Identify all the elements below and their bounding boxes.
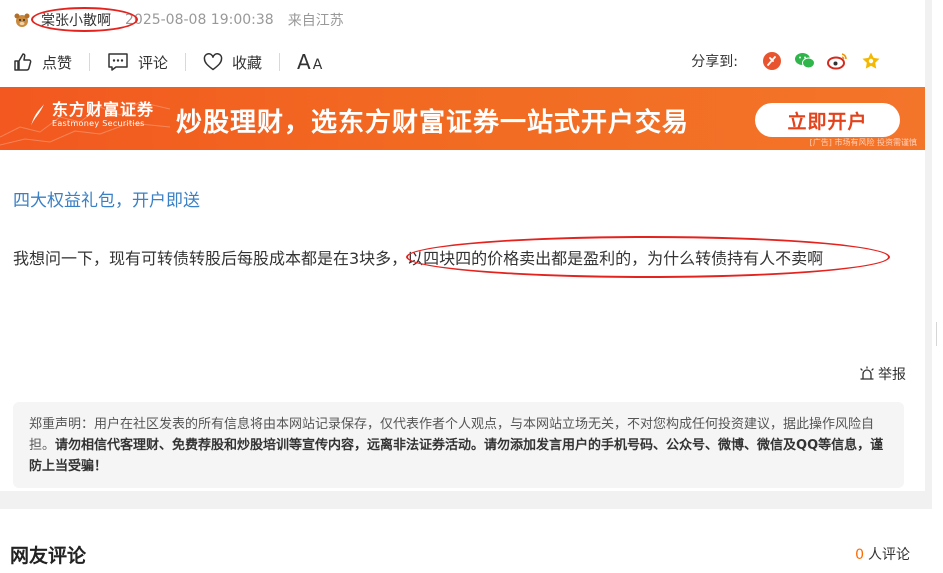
brand-name: 东方财富证券 (52, 100, 155, 119)
comment-button[interactable]: 评论 (107, 52, 168, 73)
disclaimer-box: 郑重声明：用户在社区发表的所有信息将由本网站记录保存，仅代表作者个人观点，与本网… (13, 402, 904, 488)
brand-logo: 东方财富证券 Eastmoney Securities (28, 101, 154, 129)
divider (89, 53, 91, 71)
favorite-button[interactable]: 收藏 (203, 52, 262, 73)
favorite-star-icon[interactable] (860, 50, 882, 72)
weibo-tencent-icon[interactable] (761, 50, 783, 72)
open-account-button[interactable]: 立即开户 (755, 103, 900, 137)
brand-name-en: Eastmoney Securities (52, 119, 145, 128)
promo-link[interactable]: 四大权益礼包，开户即送 (13, 186, 200, 211)
post-card: 棠张小散啊 2025-08-08 19:00:38 来自江苏 点赞 评论 收藏 (0, 0, 925, 491)
font-size-small: A (312, 57, 323, 73)
comments-count: 0 人评论 (855, 544, 910, 564)
comment-label: 评论 (138, 53, 169, 72)
annotation-circle-username (31, 7, 138, 32)
action-bar: 点赞 评论 收藏 A A (13, 48, 322, 76)
eastmoney-logo-icon (31, 104, 44, 126)
post-timestamp: 2025-08-08 19:00:38 (125, 12, 274, 28)
like-button[interactable]: 点赞 (13, 52, 72, 73)
share-label: 分享到: (691, 54, 738, 70)
heart-icon (203, 53, 223, 71)
post-location: 来自江苏 (287, 13, 344, 29)
avatar[interactable] (13, 11, 31, 29)
thumbs-up-icon (14, 53, 32, 71)
comment-icon (108, 53, 128, 71)
comments-count-suffix: 人评论 (868, 547, 910, 563)
divider (279, 53, 281, 71)
annotation-circle-content (406, 236, 890, 278)
sina-weibo-icon[interactable] (827, 50, 849, 72)
font-size-toggle[interactable]: A A (297, 50, 322, 74)
divider (185, 53, 187, 71)
favorite-label: 收藏 (232, 53, 263, 72)
disclaimer-warning: 请勿相信代客理财、免费荐股和炒股培训等宣传内容，远离非法证券活动。请勿添加发言用… (29, 438, 884, 474)
report-button[interactable]: 举报 (859, 364, 906, 384)
share-bar: 分享到: (691, 50, 882, 72)
ad-disclaimer: [广告] 市场有风险 投资需谨慎 (809, 138, 917, 147)
report-label: 举报 (878, 367, 906, 383)
comments-title: 网友评论 (10, 545, 87, 567)
comments-count-number: 0 (855, 547, 864, 563)
like-label: 点赞 (42, 53, 73, 72)
comments-section: 网友评论 0 人评论 (0, 509, 932, 573)
banner-slogan: 炒股理财，选东方财富证券一站式开户交易 (176, 108, 690, 138)
wechat-icon[interactable] (794, 50, 816, 72)
alarm-bell-icon (860, 366, 874, 380)
font-size-big: A (297, 50, 311, 74)
right-scroll-edge (932, 0, 943, 573)
edge-handle[interactable] (936, 322, 940, 346)
ad-banner[interactable]: 东方财富证券 Eastmoney Securities 炒股理财，选东方财富证券… (0, 87, 925, 150)
